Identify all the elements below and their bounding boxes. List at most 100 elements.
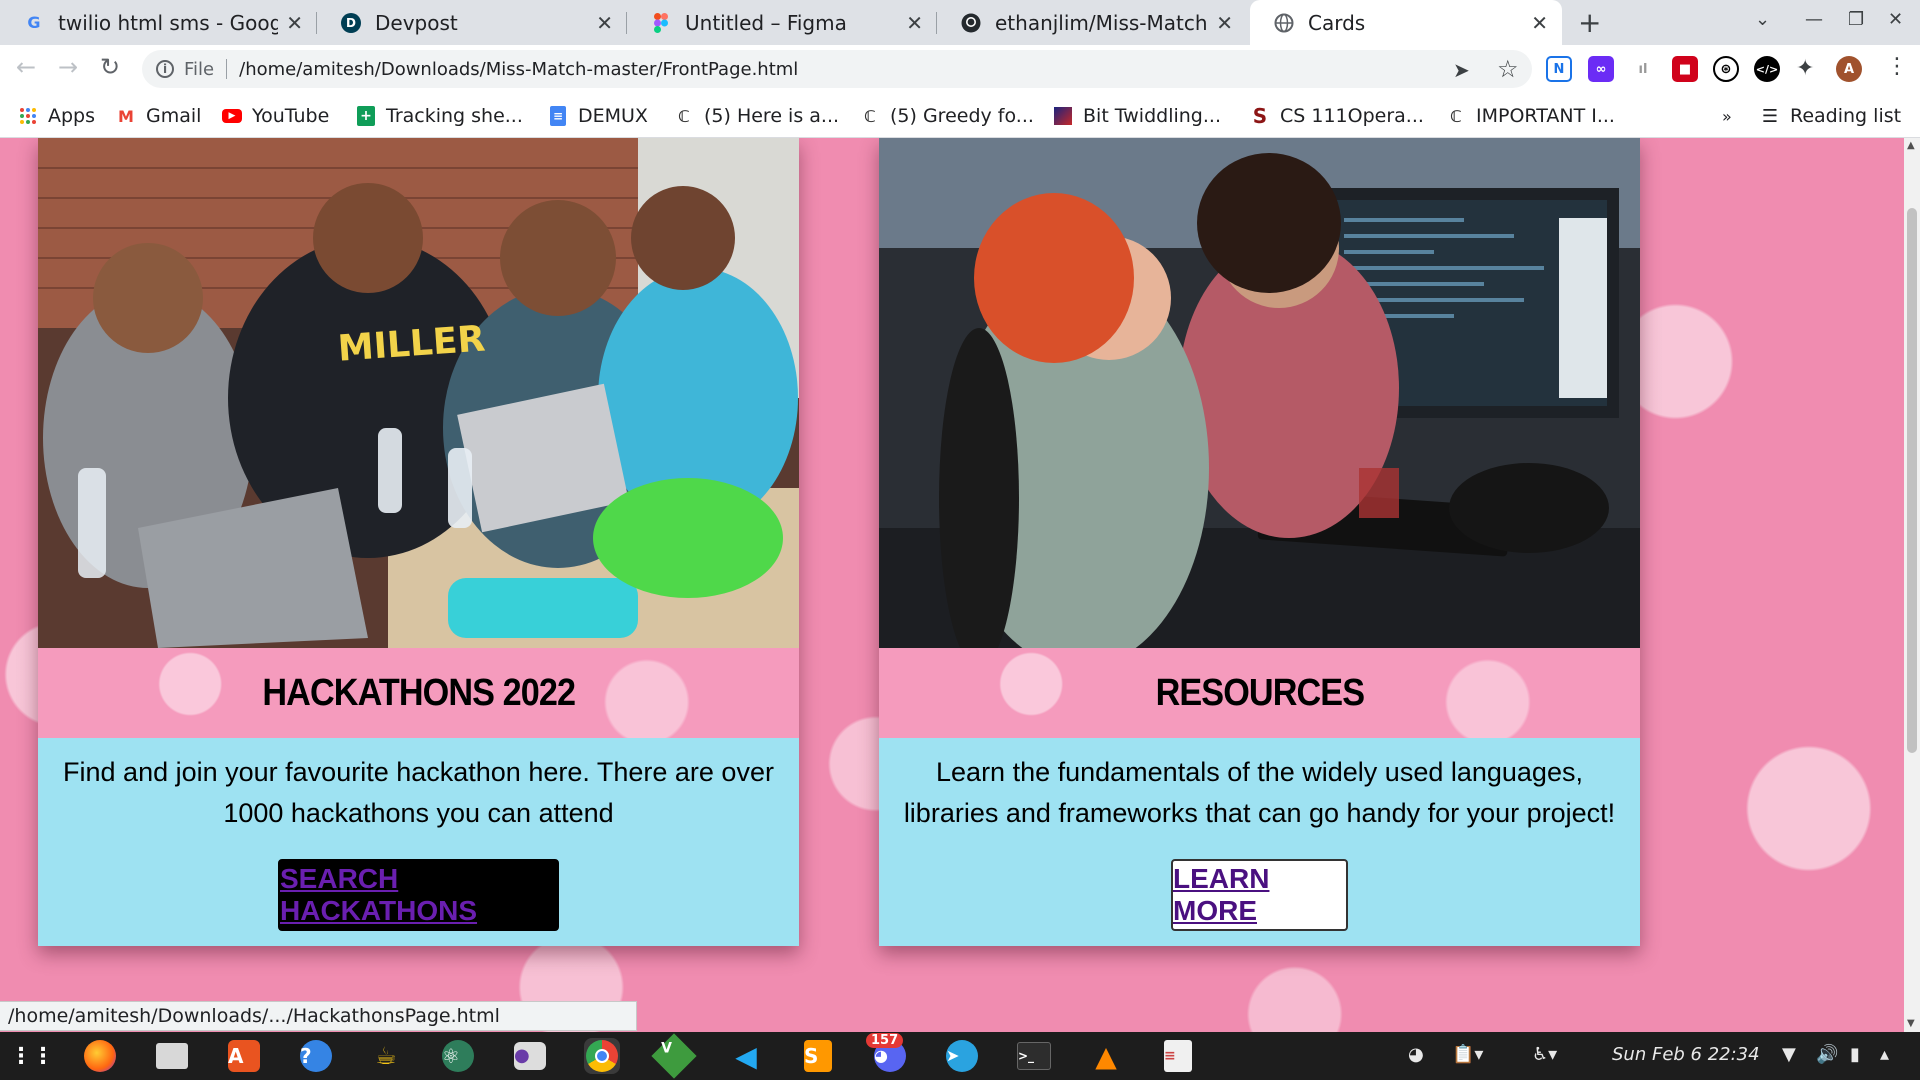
avatar[interactable]: A	[1836, 56, 1862, 82]
tab-search-icon[interactable]: ⌄	[1755, 9, 1770, 30]
scrollbar-thumb[interactable]	[1907, 208, 1917, 753]
bookmark-youtube[interactable]: ▶ YouTube	[222, 94, 329, 138]
figma-icon	[651, 12, 671, 33]
minimize-icon[interactable]: —	[1805, 9, 1823, 30]
software-store-icon[interactable]: A	[226, 1038, 262, 1074]
restore-icon[interactable]: ❐	[1848, 9, 1864, 30]
resources-card: RESOURCES Learn the fundamentals of the …	[879, 138, 1640, 946]
tab-cards[interactable]: Cards ✕	[1250, 0, 1562, 45]
leetcode-icon: ℂ	[1450, 106, 1462, 126]
card-title-band: RESOURCES	[879, 648, 1640, 738]
accessibility-icon[interactable]: ♿▾	[1532, 1044, 1557, 1065]
bookmark-important[interactable]: ℂ IMPORTANT I...	[1446, 94, 1615, 138]
bookmark-greedy[interactable]: ℂ (5) Greedy fo...	[860, 94, 1034, 138]
url-text[interactable]: /home/amitesh/Downloads/Miss-Match-maste…	[239, 59, 798, 80]
files-icon[interactable]	[154, 1038, 190, 1074]
code-extension-icon[interactable]: </>	[1754, 56, 1780, 82]
bookmark-cs111[interactable]: S CS 111Opera...	[1250, 94, 1424, 138]
link-extension-icon[interactable]: ∞	[1588, 56, 1614, 82]
scroll-down-icon[interactable]: ▼	[1907, 1018, 1915, 1029]
github-icon	[961, 13, 981, 33]
red-extension-icon[interactable]: ■	[1672, 56, 1698, 82]
card-title-band: HACKATHONS 2022	[38, 648, 799, 738]
page-scrollbar[interactable]: ▲ ▼	[1904, 138, 1920, 1032]
card-title: HACKATHONS 2022	[262, 671, 576, 714]
bookmark-label: Tracking she...	[386, 105, 523, 127]
sublime-icon[interactable]: S	[800, 1038, 836, 1074]
tab-figma[interactable]: Untitled – Figma ✕	[627, 0, 937, 45]
tab-title: Untitled – Figma	[685, 10, 847, 35]
scroll-up-icon[interactable]: ▲	[1907, 140, 1915, 151]
discord-badge: 157	[866, 1033, 904, 1048]
teapot-icon[interactable]: ☕	[368, 1038, 404, 1074]
bookmark-tracking[interactable]: + Tracking she...	[356, 94, 523, 138]
close-tab-icon[interactable]: ✕	[286, 11, 303, 35]
gmail-icon: M	[118, 106, 134, 126]
vscode-icon[interactable]: ◀	[728, 1038, 764, 1074]
hackathons-card: MILLER HACKATHONS 2022 Find and join you…	[38, 138, 799, 946]
tab-title: twilio html sms - Google	[58, 10, 279, 35]
new-tab-icon[interactable]: +	[1578, 6, 1601, 39]
bookmark-here-is-a[interactable]: ℂ (5) Here is a...	[674, 94, 839, 138]
bookmarks-overflow[interactable]: »	[1722, 94, 1732, 138]
screenshot-icon[interactable]: ●	[512, 1038, 548, 1074]
wifi-icon[interactable]: ▼	[1782, 1044, 1796, 1065]
openai-extension-icon[interactable]: ⊛	[1713, 56, 1739, 82]
close-window-icon[interactable]: ✕	[1888, 9, 1903, 30]
reading-list-icon: ☰	[1761, 105, 1779, 127]
bars-extension-icon[interactable]: ıl	[1630, 56, 1656, 82]
tab-devpost[interactable]: D Devpost ✕	[317, 0, 627, 45]
close-tab-icon[interactable]: ✕	[1216, 11, 1233, 35]
scheme-label: File	[184, 58, 215, 80]
address-bar[interactable]: i File /home/amitesh/Downloads/Miss-Matc…	[142, 50, 1532, 88]
telegram-icon[interactable]: ➤	[944, 1038, 980, 1074]
atom-icon[interactable]: ⚛	[440, 1038, 476, 1074]
vlc-icon[interactable]: ▲	[1088, 1038, 1124, 1074]
bookmark-demux[interactable]: ≡ DEMUX	[548, 94, 648, 138]
battery-icon[interactable]: ▮	[1850, 1044, 1860, 1065]
bookmark-label: CS 111Opera...	[1280, 105, 1424, 127]
back-icon[interactable]: ←	[16, 53, 36, 81]
help-icon[interactable]: ?	[298, 1038, 334, 1074]
bookmark-gmail[interactable]: M Gmail	[116, 94, 201, 138]
app-grid-icon[interactable]: ⋮⋮	[10, 1038, 54, 1074]
bookmark-star-icon[interactable]: ☆	[1497, 55, 1519, 83]
hackathon-girls-photo: MILLER	[38, 138, 799, 648]
google-icon: G	[27, 13, 41, 32]
reload-icon[interactable]: ↻	[100, 53, 120, 81]
bookmark-label: (5) Here is a...	[704, 105, 840, 127]
discord-tray-icon[interactable]: ◕	[1408, 1044, 1424, 1065]
close-tab-icon[interactable]: ✕	[906, 11, 923, 35]
send-icon[interactable]: ➤	[1453, 58, 1470, 82]
puzzle-icon[interactable]: ✦	[1796, 56, 1814, 81]
system-menu-icon[interactable]: ▴	[1880, 1044, 1889, 1065]
bookmark-bit-twiddling[interactable]: Bit Twiddling...	[1053, 94, 1221, 138]
n-extension-icon[interactable]: N	[1546, 56, 1572, 82]
clipboard-icon[interactable]: 📋▾	[1452, 1044, 1483, 1065]
close-tab-icon[interactable]: ✕	[596, 11, 613, 35]
close-tab-icon[interactable]: ✕	[1531, 11, 1548, 35]
tab-twilio[interactable]: G twilio html sms - Google ✕	[0, 0, 317, 45]
sheets-icon: +	[356, 106, 376, 126]
reading-list-label: Reading list	[1790, 105, 1902, 127]
globe-icon	[1274, 13, 1294, 33]
bookmarks-bar: Apps M Gmail ▶ YouTube + Tracking she...…	[0, 94, 1920, 138]
tab-title: ethanjlim/Miss-Match	[995, 10, 1208, 35]
reading-list-button[interactable]: ☰ Reading list	[1760, 94, 1901, 138]
taskbar: ⋮⋮ A ? ☕ ⚛ ● V ◀ S ◕ ➤ >_ ▲ ≡ ◕ 📋▾ ♿▾ Su…	[0, 1032, 1920, 1080]
clock[interactable]: Sun Feb 6 22:34	[1612, 1044, 1760, 1065]
firefox-icon[interactable]	[82, 1038, 118, 1074]
menu-dots-icon[interactable]: ⋮	[1886, 54, 1908, 79]
volume-icon[interactable]: 🔊	[1816, 1044, 1838, 1065]
tab-github[interactable]: ethanjlim/Miss-Match ✕	[937, 0, 1247, 45]
terminal-icon[interactable]: >_	[1016, 1038, 1052, 1074]
chrome-icon[interactable]	[584, 1038, 620, 1074]
bookmark-apps[interactable]: Apps	[18, 94, 95, 138]
text-editor-icon[interactable]: ≡	[1160, 1038, 1196, 1074]
forward-icon[interactable]: →	[58, 53, 78, 81]
bookmark-label: IMPORTANT I...	[1476, 105, 1615, 127]
learn-more-button[interactable]: LEARN MORE	[1171, 859, 1348, 931]
search-hackathons-button[interactable]: SEARCH HACKATHONS	[278, 859, 559, 931]
info-icon[interactable]: i	[156, 60, 174, 78]
vim-icon[interactable]: V	[651, 1033, 697, 1079]
